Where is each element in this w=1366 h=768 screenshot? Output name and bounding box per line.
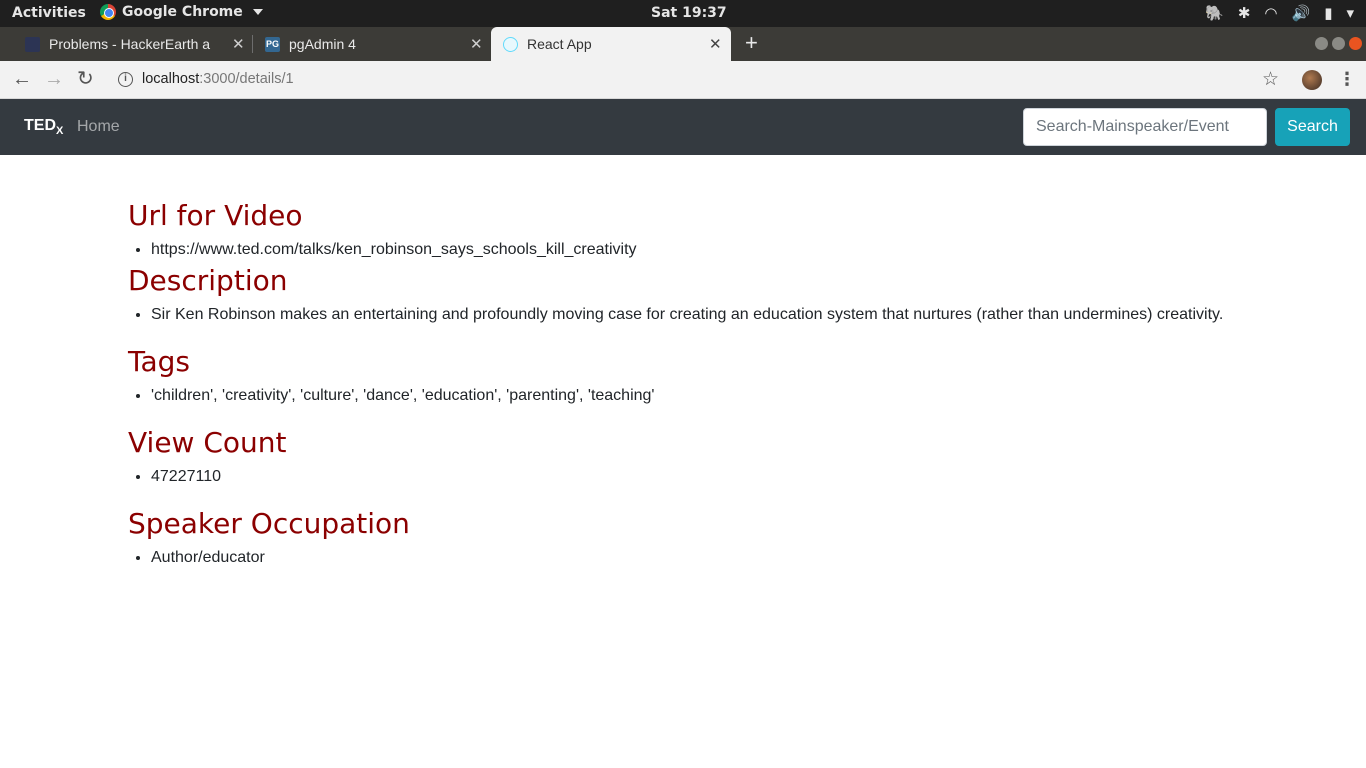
maximize-button[interactable]	[1332, 37, 1345, 50]
app-name: Google Chrome	[122, 4, 243, 20]
list-item: 'children', 'creativity', 'culture', 'da…	[151, 385, 654, 407]
section-heading: Tags	[128, 345, 190, 378]
section-tags: Tags 'children', 'creativity', 'culture'…	[128, 345, 654, 407]
tab-title: React App	[527, 36, 592, 52]
list-item: Author/educator	[151, 547, 410, 569]
chevron-down-icon	[252, 9, 263, 15]
hackerearth-icon	[25, 37, 40, 52]
forward-icon[interactable]: →	[44, 68, 64, 90]
menu-icon[interactable]: ⋮	[1338, 69, 1356, 90]
activities-button[interactable]: Activities	[12, 5, 86, 21]
brand-text: TED	[24, 117, 56, 134]
url-field[interactable]: localhost:3000/details/1	[142, 71, 294, 87]
window-controls	[1315, 37, 1362, 50]
chrome-icon	[100, 4, 116, 20]
battery-icon[interactable]: ▮	[1324, 3, 1332, 23]
volume-icon[interactable]: 🔊	[1292, 3, 1311, 23]
avatar[interactable]	[1302, 70, 1322, 90]
close-window-button[interactable]	[1349, 37, 1362, 50]
tab-pgadmin[interactable]: PG pgAdmin 4 ✕	[240, 27, 490, 61]
back-icon[interactable]: ←	[12, 68, 32, 90]
app-menu[interactable]: Google Chrome	[100, 4, 263, 20]
bookmark-star-icon[interactable]: ☆	[1262, 68, 1279, 91]
section-heading: Speaker Occupation	[128, 507, 410, 540]
section-view-count: View Count 47227110	[128, 426, 287, 488]
search-input[interactable]	[1023, 108, 1267, 146]
os-top-bar: Activities Google Chrome Sat 19:37 🐘 ✱ ◠…	[0, 0, 1366, 27]
nav-home-link[interactable]: Home	[77, 118, 120, 136]
section-url: Url for Video https://www.ted.com/talks/…	[128, 199, 637, 261]
section-speaker-occupation: Speaker Occupation Author/educator	[128, 507, 410, 569]
react-icon	[503, 37, 518, 52]
new-tab-button[interactable]: +	[745, 31, 758, 55]
postgres-icon[interactable]: 🐘	[1205, 3, 1224, 23]
tab-strip: Problems - HackerEarth a ✕ PG pgAdmin 4 …	[0, 27, 1366, 61]
section-description: Description Sir Ken Robinson makes an en…	[128, 264, 1223, 326]
system-tray: 🐘 ✱ ◠ 🔊 ▮ ▾	[1205, 3, 1354, 23]
wifi-icon[interactable]: ◠	[1264, 3, 1277, 23]
tab-hackerearth[interactable]: Problems - HackerEarth a ✕	[0, 27, 250, 61]
clock[interactable]: Sat 19:37	[651, 5, 727, 21]
section-heading: View Count	[128, 426, 287, 459]
app-navbar: TEDX Home Search	[0, 99, 1366, 155]
brand-sub: X	[56, 125, 64, 137]
address-bar: ← → ↻ i localhost:3000/details/1 ☆ ⋮	[0, 61, 1366, 99]
url-host: localhost	[142, 71, 200, 87]
search-button[interactable]: Search	[1275, 108, 1350, 146]
slack-icon[interactable]: ✱	[1238, 3, 1251, 23]
brand-logo[interactable]: TEDX	[24, 117, 63, 137]
list-item: 47227110	[151, 466, 287, 488]
minimize-button[interactable]	[1315, 37, 1328, 50]
chevron-down-icon[interactable]: ▾	[1346, 3, 1354, 23]
tab-title: Problems - HackerEarth a	[49, 36, 211, 52]
tab-title: pgAdmin 4	[289, 36, 356, 52]
section-heading: Url for Video	[128, 199, 303, 232]
list-item: Sir Ken Robinson makes an entertaining a…	[151, 304, 1223, 326]
reload-icon[interactable]: ↻	[77, 68, 94, 90]
close-icon[interactable]: ✕	[709, 35, 722, 53]
info-icon[interactable]: i	[118, 72, 133, 87]
section-heading: Description	[128, 264, 288, 297]
pgadmin-icon: PG	[265, 37, 280, 52]
url-path: :3000/details/1	[199, 71, 294, 87]
tab-react-app[interactable]: React App ✕	[491, 27, 731, 61]
list-item: https://www.ted.com/talks/ken_robinson_s…	[151, 239, 637, 261]
close-icon[interactable]: ✕	[470, 35, 483, 53]
